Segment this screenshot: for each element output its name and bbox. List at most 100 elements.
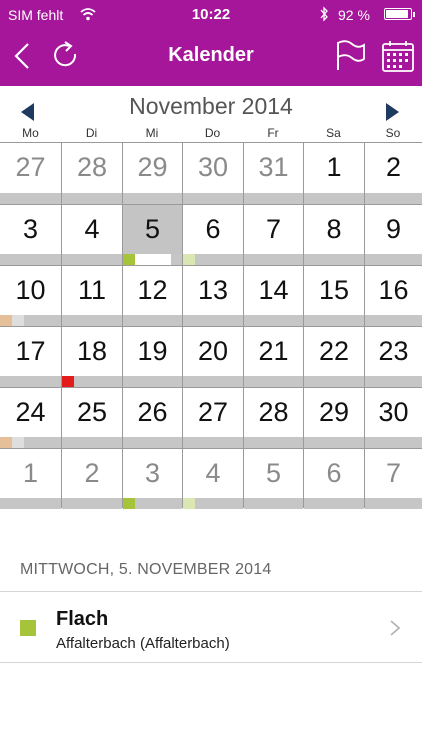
day-number: 22 — [318, 336, 350, 366]
day-cell[interactable]: 29 — [304, 388, 364, 448]
day-cell-selected[interactable]: 5 — [123, 205, 182, 265]
chevron-right-icon — [390, 620, 401, 636]
day-cell[interactable]: 24 — [0, 388, 61, 448]
day-cell[interactable]: 4 — [62, 205, 122, 265]
day-cell[interactable]: 5 — [244, 449, 303, 509]
day-cell[interactable]: 1 — [0, 449, 61, 509]
day-cell[interactable]: 23 — [365, 327, 422, 387]
day-cell[interactable]: 7 — [365, 449, 422, 509]
day-number: 1 — [326, 152, 342, 182]
day-cell[interactable]: 22 — [304, 327, 364, 387]
day-number: 7 — [385, 458, 402, 488]
day-cell[interactable]: 7 — [244, 205, 303, 265]
day-cell[interactable]: 2 — [62, 449, 122, 509]
event-marker — [135, 254, 147, 265]
event-marker — [123, 254, 135, 265]
day-event-strip — [304, 498, 364, 509]
next-month-icon[interactable] — [382, 102, 402, 122]
day-number: 2 — [84, 458, 100, 488]
day-cell[interactable]: 19 — [123, 327, 182, 387]
day-cell[interactable]: 30 — [183, 143, 243, 204]
day-event-strip — [304, 193, 364, 204]
day-number: 14 — [258, 275, 289, 305]
month-title: November 2014 — [129, 93, 293, 119]
day-cell[interactable]: 25 — [62, 388, 122, 448]
event-title: Flach — [56, 608, 109, 630]
day-number: 5 — [265, 458, 282, 488]
day-cell[interactable]: 28 — [62, 143, 122, 204]
day-event-strip — [365, 376, 422, 387]
day-cell[interactable]: 3 — [0, 205, 61, 265]
day-cell[interactable]: 4 — [183, 449, 243, 509]
month-header: November 2014 Mo Di Mi Do Fr Sa So — [0, 86, 422, 142]
day-event-strip — [0, 498, 61, 509]
day-number: 3 — [144, 458, 161, 488]
flag-icon[interactable] — [332, 38, 368, 74]
day-event-strip — [62, 254, 122, 265]
day-event-strip — [244, 315, 303, 326]
day-cell[interactable]: 18 — [62, 327, 122, 387]
day-cell[interactable]: 15 — [304, 266, 364, 326]
day-cell[interactable]: 17 — [0, 327, 61, 387]
day-cell[interactable]: 28 — [244, 388, 303, 448]
event-marker — [0, 437, 12, 448]
day-cell[interactable]: 20 — [183, 327, 243, 387]
day-cell[interactable]: 2 — [365, 143, 422, 204]
day-event-strip — [365, 193, 422, 204]
day-cell[interactable]: 9 — [365, 205, 422, 265]
day-number: 29 — [318, 397, 350, 427]
event-marker — [123, 498, 135, 509]
day-number: 30 — [197, 152, 229, 182]
weekday-header-row: Mo Di Mi Do Fr Sa So — [0, 126, 422, 142]
day-cell[interactable]: 13 — [183, 266, 243, 326]
day-cell[interactable]: 26 — [123, 388, 182, 448]
day-cell[interactable]: 6 — [183, 205, 243, 265]
event-marker — [159, 254, 171, 265]
weekday-label: Mo — [22, 126, 39, 140]
day-cell[interactable]: 21 — [244, 327, 303, 387]
day-cell[interactable]: 27 — [0, 143, 61, 204]
day-cell[interactable]: 31 — [244, 143, 303, 204]
day-event-strip — [183, 437, 243, 448]
day-event-strip — [123, 315, 182, 326]
calendar-grid-icon[interactable] — [380, 38, 416, 74]
navigation-bar: Kalender — [0, 28, 422, 86]
day-number: 6 — [326, 458, 342, 488]
event-marker — [0, 315, 12, 326]
day-number: 28 — [76, 152, 108, 182]
day-cell[interactable]: 6 — [304, 449, 364, 509]
day-number: 25 — [76, 397, 108, 427]
day-number: 6 — [205, 214, 221, 244]
day-cell[interactable]: 1 — [304, 143, 364, 204]
day-event-strip — [62, 498, 122, 509]
day-cell[interactable]: 12 — [123, 266, 182, 326]
day-number: 2 — [385, 152, 402, 182]
day-event-strip — [365, 437, 422, 448]
day-event-strip — [304, 254, 364, 265]
day-cell[interactable]: 8 — [304, 205, 364, 265]
day-event-strip — [244, 437, 303, 448]
day-cell[interactable]: 3 — [123, 449, 182, 509]
day-cell[interactable]: 10 — [0, 266, 61, 326]
event-marker — [12, 315, 24, 326]
day-cell[interactable]: 30 — [365, 388, 422, 448]
event-marker — [62, 376, 74, 387]
event-list-item[interactable]: Flach Affalterbach (Affalterbach) — [0, 591, 422, 663]
day-cell[interactable]: 14 — [244, 266, 303, 326]
day-cell[interactable]: 11 — [62, 266, 122, 326]
day-number: 31 — [258, 152, 289, 182]
day-number: 20 — [197, 336, 229, 366]
event-marker — [183, 254, 195, 265]
day-cell[interactable]: 29 — [123, 143, 182, 204]
day-number: 15 — [318, 275, 350, 305]
day-number: 30 — [378, 397, 409, 427]
day-cell[interactable]: 27 — [183, 388, 243, 448]
day-number: 23 — [378, 336, 409, 366]
selected-day-heading: MITTWOCH, 5. NOVEMBER 2014 — [20, 561, 272, 578]
day-number: 16 — [378, 275, 409, 305]
day-number: 11 — [77, 275, 107, 305]
day-event-strip — [304, 437, 364, 448]
status-bar: SIM fehlt 10:22 92 % — [0, 0, 422, 28]
calendar-grid: 27 28 29 30 31 1 2 3 4 5 6 7 8 9 10 11 12 13 14 15 16 17 18 19 2… — [0, 142, 422, 509]
day-cell[interactable]: 16 — [365, 266, 422, 326]
